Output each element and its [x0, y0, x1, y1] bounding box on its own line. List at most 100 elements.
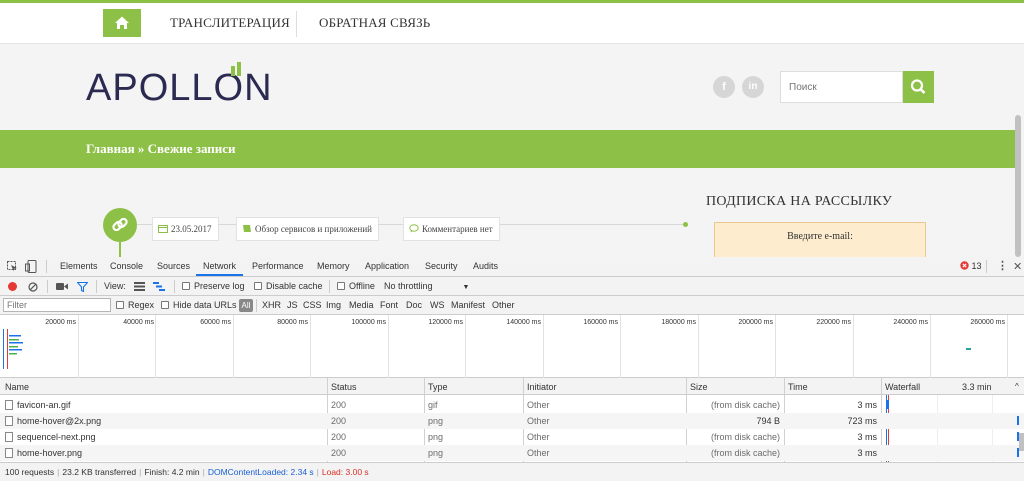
- offline-checkbox[interactable]: Offline: [337, 281, 375, 291]
- type-filter-ws[interactable]: WS: [430, 300, 445, 310]
- overview-tick-label: 120000 ms: [428, 319, 463, 326]
- error-icon: [960, 261, 969, 270]
- column-type[interactable]: Type: [428, 382, 448, 392]
- type-filter-doc[interactable]: Doc: [406, 300, 422, 310]
- request-name[interactable]: sequencel-next.png: [5, 432, 96, 442]
- post-category[interactable]: Обзор сервисов и приложений: [236, 217, 379, 241]
- request-size: (from disk cache): [710, 400, 780, 410]
- checkbox-box[interactable]: [182, 282, 190, 290]
- table-row[interactable]: favicon-an.gif 200 gif Other (from disk …: [0, 397, 1024, 413]
- request-time: 3 ms: [857, 448, 877, 458]
- type-filter-media[interactable]: Media: [349, 300, 374, 310]
- tab-elements[interactable]: Elements: [60, 261, 98, 271]
- request-name-text: home-hover.png: [17, 448, 83, 458]
- post-meta-dot: [683, 222, 688, 227]
- tab-sources[interactable]: Sources: [157, 261, 190, 271]
- overview-tick-label: 220000 ms: [816, 319, 851, 326]
- post-comments[interactable]: Комментариев нет: [403, 217, 500, 241]
- regex-checkbox[interactable]: Regex: [116, 300, 154, 310]
- request-name[interactable]: favicon-an.gif: [5, 400, 71, 410]
- clear-icon[interactable]: [28, 282, 38, 292]
- type-filter-font[interactable]: Font: [380, 300, 398, 310]
- request-initiator: Other: [527, 416, 550, 426]
- nav-link-translit[interactable]: ТРАНСЛИТЕРАЦИЯ: [170, 15, 290, 31]
- type-filter-css[interactable]: CSS: [303, 300, 322, 310]
- type-filter-other[interactable]: Other: [492, 300, 515, 310]
- facebook-icon[interactable]: f: [713, 76, 735, 98]
- table-scrollbar[interactable]: [1019, 433, 1024, 451]
- large-rows-icon[interactable]: [134, 282, 145, 291]
- disable-cache-checkbox[interactable]: Disable cache: [254, 281, 323, 291]
- post-comments-text: Комментариев нет: [422, 224, 493, 234]
- table-row[interactable]: home-hover@2x.png 200 png Other 794 B 72…: [0, 413, 1024, 429]
- inspect-element-icon[interactable]: [7, 261, 18, 272]
- column-time[interactable]: Time: [788, 382, 808, 392]
- type-filter-xhr[interactable]: XHR: [262, 300, 281, 310]
- filter-icon[interactable]: [77, 282, 88, 292]
- column-name[interactable]: Name: [5, 382, 29, 392]
- filter-divider: [256, 299, 257, 312]
- column-waterfall[interactable]: Waterfall: [885, 382, 920, 392]
- page-scrollbar[interactable]: [1015, 115, 1021, 257]
- file-icon: [5, 448, 13, 458]
- site-search-input[interactable]: [781, 72, 902, 102]
- network-overview-timeline[interactable]: 20000 ms 40000 ms 60000 ms 80000 ms 1000…: [0, 315, 1024, 378]
- checkbox-box[interactable]: [254, 282, 262, 290]
- tab-memory[interactable]: Memory: [317, 261, 350, 271]
- svg-text:APOLLON: APOLLON: [86, 67, 273, 109]
- type-filter-manifest[interactable]: Manifest: [451, 300, 485, 310]
- request-status: 200: [331, 416, 347, 426]
- request-name[interactable]: home-hover@2x.png: [5, 416, 101, 426]
- error-counter[interactable]: 13: [960, 261, 982, 271]
- sort-arrow-icon[interactable]: ^: [1015, 382, 1019, 391]
- overview-gridline: [543, 315, 544, 378]
- home-button[interactable]: [103, 9, 141, 37]
- checkbox-box[interactable]: [161, 301, 169, 309]
- hide-data-urls-label: Hide data URLs: [173, 300, 237, 310]
- camera-icon[interactable]: [56, 282, 68, 291]
- tab-bar-divider: [46, 260, 47, 273]
- column-status[interactable]: Status: [331, 382, 357, 392]
- overview-gridline: [465, 315, 466, 378]
- column-size[interactable]: Size: [690, 382, 708, 392]
- request-name[interactable]: home-hover.png: [5, 448, 82, 458]
- type-filter-img[interactable]: Img: [326, 300, 341, 310]
- throttling-select[interactable]: No throttling ▼: [384, 281, 469, 291]
- tab-network[interactable]: Network: [203, 261, 236, 271]
- request-status: 200: [331, 432, 347, 442]
- browser-viewport: ТРАНСЛИТЕРАЦИЯ ОБРАТНАЯ СВЯЗЬ APOLLON f …: [0, 0, 1024, 481]
- tab-console[interactable]: Console: [110, 261, 143, 271]
- hide-data-urls-checkbox[interactable]: Hide data URLs: [161, 300, 237, 310]
- overview-tick-label: 200000 ms: [738, 319, 773, 326]
- tab-application[interactable]: Application: [365, 261, 409, 271]
- checkbox-box[interactable]: [116, 301, 124, 309]
- device-toolbar-icon[interactable]: [25, 260, 37, 273]
- column-initiator[interactable]: Initiator: [527, 382, 557, 392]
- summary-separator: |: [139, 467, 142, 477]
- breadcrumb[interactable]: Главная » Свежие записи: [86, 141, 236, 157]
- waterfall-view-icon[interactable]: [153, 282, 165, 291]
- tab-audits[interactable]: Audits: [473, 261, 498, 271]
- tab-performance[interactable]: Performance: [252, 261, 304, 271]
- waterfall-scale: 3.3 min: [962, 382, 992, 392]
- preserve-log-checkbox[interactable]: Preserve log: [182, 281, 245, 291]
- summary-separator: |: [316, 467, 319, 477]
- search-icon: [910, 79, 926, 94]
- close-devtools-icon[interactable]: ✕: [1013, 260, 1022, 273]
- transferred-size: 23.2 KB transferred: [62, 467, 137, 477]
- more-options-icon[interactable]: ⋮: [997, 259, 1008, 272]
- tab-security[interactable]: Security: [425, 261, 458, 271]
- post-link-badge[interactable]: [103, 208, 137, 242]
- requests-table-header: Name Status Type Initiator Size Time Wat…: [0, 378, 1024, 395]
- filter-input[interactable]: [3, 298, 111, 312]
- apollon-logo[interactable]: APOLLON: [86, 62, 276, 110]
- search-button[interactable]: [903, 71, 934, 103]
- table-row[interactable]: home-hover.png 200 png Other (from disk …: [0, 445, 1024, 461]
- linkedin-icon[interactable]: in: [742, 76, 764, 98]
- checkbox-box[interactable]: [337, 282, 345, 290]
- type-filter-all[interactable]: All: [239, 299, 253, 312]
- type-filter-js[interactable]: JS: [287, 300, 298, 310]
- table-row[interactable]: sequencel-next.png 200 png Other (from d…: [0, 429, 1024, 445]
- record-icon[interactable]: [8, 282, 17, 291]
- nav-link-feedback[interactable]: ОБРАТНАЯ СВЯЗЬ: [319, 15, 430, 31]
